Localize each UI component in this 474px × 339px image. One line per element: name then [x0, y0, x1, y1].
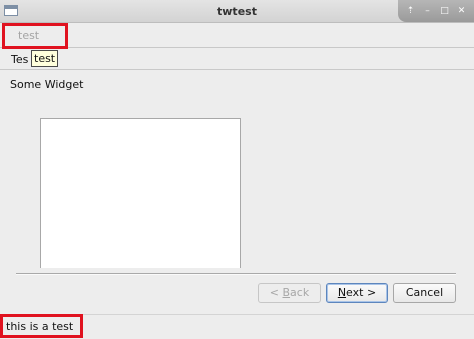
tab-label[interactable]: Tes [11, 53, 28, 66]
next-button-mnemonic: N [337, 286, 347, 299]
highlight-box-menu [2, 23, 68, 49]
back-button[interactable]: < Back [258, 283, 321, 303]
cancel-button[interactable]: Cancel [393, 283, 456, 303]
tab-divider [0, 69, 474, 70]
close-icon[interactable]: ✕ [456, 5, 468, 17]
back-button-prefix: < [269, 286, 283, 299]
window-controls: ⇡ – □ ✕ [398, 0, 474, 22]
page-title: Some Widget [10, 78, 84, 91]
next-button-rest: ext > [346, 286, 377, 299]
next-button[interactable]: Next > [326, 283, 388, 303]
highlight-box-status [0, 314, 83, 338]
menu-bar: test [0, 23, 474, 48]
minimize-icon[interactable]: – [422, 5, 434, 17]
widget-area[interactable] [40, 118, 241, 268]
back-button-mnemonic: B [282, 286, 291, 299]
back-button-rest: ack [290, 286, 310, 299]
title-bar[interactable]: twtest ⇡ – □ ✕ [0, 0, 474, 23]
tooltip: test [31, 50, 59, 67]
button-separator-highlight [16, 274, 456, 275]
maximize-icon[interactable]: □ [439, 5, 451, 17]
shade-icon[interactable]: ⇡ [405, 5, 417, 17]
main-window: twtest ⇡ – □ ✕ test Tes test Some Widget… [0, 0, 474, 339]
